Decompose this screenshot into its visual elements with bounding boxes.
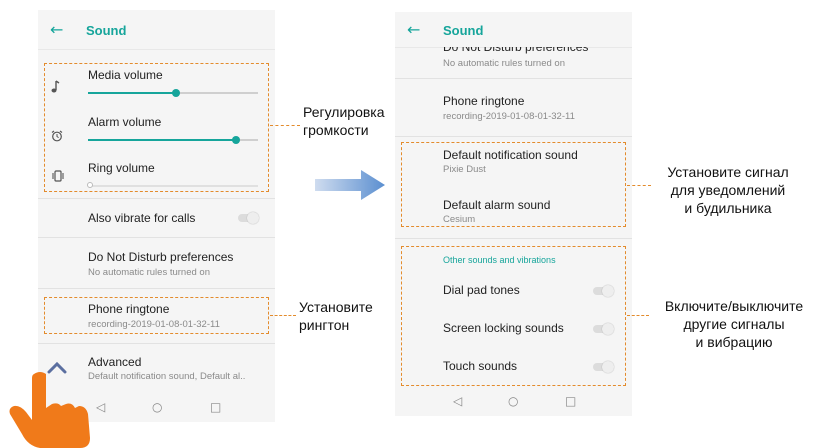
advanced-subtitle: Default notification sound, Default al.. <box>88 371 246 382</box>
dnd-subtitle: No automatic rules turned on <box>443 58 565 69</box>
back-arrow-icon[interactable]: ← <box>50 20 63 39</box>
navigation-bar: ◁ ○ □ <box>395 390 632 416</box>
back-arrow-icon[interactable]: ← <box>407 20 420 39</box>
volume-highlight-box <box>44 63 269 192</box>
app-bar: ← Sound <box>38 10 275 50</box>
volume-leader-line <box>270 125 300 126</box>
also-vibrate-toggle[interactable] <box>238 212 259 224</box>
nav-recents-icon[interactable]: □ <box>210 400 221 414</box>
ringtone-subtitle: recording-2019-01-08-01-32-11 <box>443 111 575 122</box>
also-vibrate-label: Also vibrate for calls <box>88 211 196 225</box>
ringtone-highlight-box <box>44 297 269 334</box>
other-sounds-callout: Включите/выключите другие сигналы и вибр… <box>664 298 804 350</box>
dnd-subtitle: No automatic rules turned on <box>88 267 210 278</box>
app-bar: ← Sound <box>395 12 632 48</box>
pointing-hand-icon <box>9 372 90 448</box>
page-title: Sound <box>86 23 127 38</box>
advanced-title[interactable]: Advanced <box>88 355 141 369</box>
dnd-title[interactable]: Do Not Disturb preferences <box>88 250 233 264</box>
ringtone-leader-line <box>270 315 296 316</box>
nav-back-icon[interactable]: ◁ <box>453 394 462 408</box>
volume-callout: Регулировка громкости <box>303 104 385 138</box>
page-title: Sound <box>443 23 484 38</box>
notification-alarm-highlight-box <box>401 142 626 227</box>
nav-home-icon[interactable]: ○ <box>152 400 162 414</box>
nav-recents-icon[interactable]: □ <box>565 394 576 408</box>
ringtone-title[interactable]: Phone ringtone <box>443 94 524 108</box>
other-sounds-highlight-box <box>401 246 626 386</box>
transition-arrow-icon <box>315 170 385 200</box>
nav-home-icon[interactable]: ○ <box>508 394 518 408</box>
ringtone-callout: Установите рингтон <box>299 299 373 333</box>
notification-alarm-callout: Установите сигнал для уведомлений и буди… <box>667 164 789 216</box>
notification-alarm-leader-line <box>627 185 651 186</box>
other-sounds-leader-line <box>627 315 649 316</box>
